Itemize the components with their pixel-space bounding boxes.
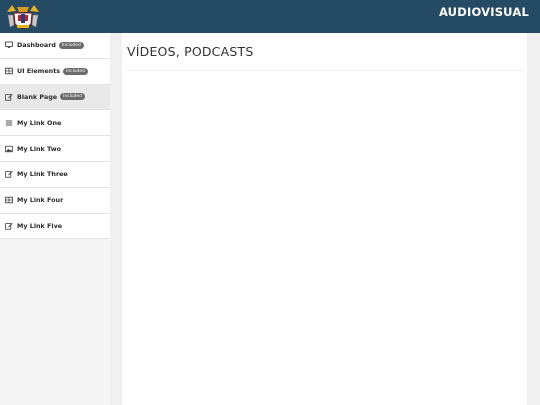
sidebar-item-label: Blank Page bbox=[17, 92, 58, 101]
page-title: VÍDEOS, PODCASTS bbox=[127, 44, 254, 59]
included-badge: Included bbox=[63, 67, 88, 75]
sidebar-item-my-link-one[interactable]: My Link One bbox=[0, 110, 110, 137]
edit-icon bbox=[4, 170, 13, 179]
app-brand[interactable]: AUDIOVISUAL bbox=[439, 5, 529, 19]
included-badge: Included bbox=[58, 41, 84, 49]
sidebar-item-dashboard[interactable]: Dashboard Included bbox=[0, 33, 110, 59]
edit-icon bbox=[4, 221, 13, 230]
sidebar-item-blank-page[interactable]: Blank Page Included bbox=[0, 84, 110, 111]
sidebar-item-label: Dashboard bbox=[17, 41, 56, 50]
sidebar-item-my-link-four[interactable]: My Link Four bbox=[0, 187, 110, 214]
top-navbar: AUDIOVISUAL bbox=[0, 0, 540, 33]
title-divider bbox=[127, 70, 522, 71]
sidebar-item-my-link-three[interactable]: My Link Three bbox=[0, 161, 110, 188]
coat-of-arms-logo[interactable] bbox=[4, 3, 42, 33]
sidebar-item-my-link-five[interactable]: My Link Five bbox=[0, 213, 110, 240]
sidebar-item-label: UI Elements bbox=[17, 67, 61, 76]
monitor-icon bbox=[4, 41, 13, 50]
sidebar-item-label: My Link Two bbox=[17, 144, 61, 153]
list-icon bbox=[4, 118, 13, 127]
sidebar-item-label: My Link One bbox=[17, 118, 62, 127]
main-content: VÍDEOS, PODCASTS bbox=[122, 33, 527, 405]
table-icon bbox=[4, 196, 13, 205]
included-badge: Included bbox=[60, 93, 85, 101]
sidebar-item-label: My Link Three bbox=[17, 170, 68, 179]
image-icon bbox=[4, 144, 13, 153]
edit-icon bbox=[4, 92, 13, 101]
sidebar-item-my-link-two[interactable]: My Link Two bbox=[0, 136, 110, 162]
sidebar-item-ui-elements[interactable]: UI Elements Included bbox=[0, 58, 110, 85]
sidebar: Dashboard Included UI Elements Included … bbox=[0, 33, 110, 405]
table-icon bbox=[4, 67, 13, 76]
sidebar-item-label: My Link Five bbox=[17, 221, 63, 230]
sidebar-item-label: My Link Four bbox=[17, 196, 64, 205]
